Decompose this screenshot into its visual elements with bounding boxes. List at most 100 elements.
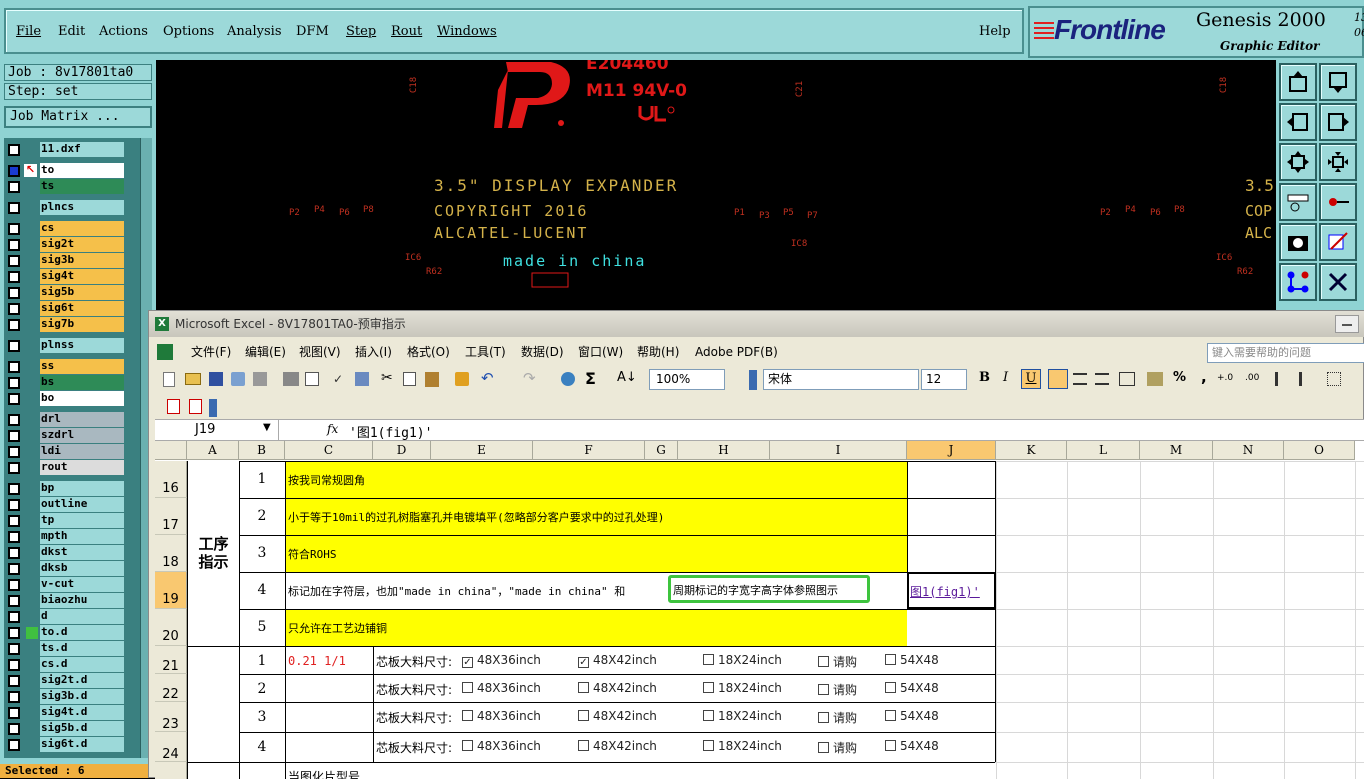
- checkbox-icon[interactable]: [818, 656, 829, 667]
- graphic-canvas[interactable]: E204460 M11 94V-0 C18 C21 C18 3.5" DISPL…: [156, 60, 1276, 313]
- layer-checkbox[interactable]: [8, 595, 20, 607]
- job-matrix-button[interactable]: Job Matrix ...: [4, 106, 152, 128]
- layer-checkbox[interactable]: [8, 393, 20, 405]
- layer-name[interactable]: sig5b.d: [40, 721, 124, 736]
- underline-button[interactable]: U: [1021, 369, 1041, 389]
- layer-name[interactable]: v-cut: [40, 577, 124, 592]
- xmenu-tools[interactable]: 工具(T): [465, 341, 506, 363]
- new-icon[interactable]: [163, 372, 175, 387]
- menu-edit[interactable]: Edit: [58, 24, 85, 39]
- layer-checkbox[interactable]: [8, 691, 20, 703]
- checkbox-icon[interactable]: [885, 710, 896, 721]
- layer-name[interactable]: cs.d: [40, 657, 124, 672]
- layer-checkbox[interactable]: [8, 446, 20, 458]
- layer-checkbox[interactable]: [8, 515, 20, 527]
- fx-icon[interactable]: fx: [327, 422, 338, 436]
- layer-row[interactable]: dkst: [4, 545, 140, 561]
- decrease-decimal-icon[interactable]: .00: [1245, 373, 1259, 383]
- checkbox-icon[interactable]: [578, 740, 589, 751]
- layer-checkbox[interactable]: [8, 255, 20, 267]
- row-header-partial[interactable]: [155, 762, 187, 779]
- align-center-icon[interactable]: [1073, 373, 1087, 385]
- row-header[interactable]: 17: [155, 498, 187, 535]
- xmenu-format[interactable]: 格式(O): [407, 341, 450, 363]
- checkbox-icon[interactable]: [885, 682, 896, 693]
- layer-row[interactable]: sig7b: [4, 317, 140, 333]
- layer-name[interactable]: cs: [40, 221, 124, 236]
- paste-icon[interactable]: [425, 372, 439, 387]
- layer-row[interactable]: sig2t.d: [4, 673, 140, 689]
- layer-checkbox[interactable]: [8, 547, 20, 559]
- xmenu-data[interactable]: 数据(D): [521, 341, 564, 363]
- layer-row[interactable]: plnss: [4, 338, 140, 354]
- autosum-icon[interactable]: Σ: [585, 369, 596, 388]
- material-option[interactable]: 48X36inch: [462, 681, 572, 695]
- layer-checkbox[interactable]: [8, 377, 20, 389]
- column-header[interactable]: M: [1140, 441, 1213, 460]
- align-right-icon[interactable]: [1095, 373, 1109, 385]
- layer-name[interactable]: bp: [40, 481, 124, 496]
- layer-name[interactable]: to.d: [40, 625, 124, 640]
- layer-row[interactable]: rout: [4, 460, 140, 476]
- research-icon[interactable]: [355, 372, 369, 386]
- pdf-toolbar-options-icon[interactable]: [209, 399, 217, 417]
- cut-icon[interactable]: ✂: [381, 370, 393, 386]
- minimize-button[interactable]: [1335, 315, 1359, 333]
- xmenu-adobe-pdf[interactable]: Adobe PDF(B): [695, 341, 778, 363]
- column-header[interactable]: N: [1213, 441, 1284, 460]
- checkbox-icon[interactable]: [703, 710, 714, 721]
- layer-row[interactable]: bs: [4, 375, 140, 391]
- layer-name[interactable]: dkst: [40, 545, 124, 560]
- font-size-select[interactable]: 12: [921, 369, 967, 390]
- italic-button[interactable]: I: [1003, 370, 1008, 385]
- column-header[interactable]: E: [431, 441, 533, 460]
- layer-name[interactable]: ldi: [40, 444, 124, 459]
- layer-row[interactable]: sig4t: [4, 269, 140, 285]
- layer-name[interactable]: bs: [40, 375, 124, 390]
- layer-name[interactable]: plnss: [40, 338, 124, 353]
- layer-row[interactable]: to.d: [4, 625, 140, 641]
- layer-row[interactable]: sig5b: [4, 285, 140, 301]
- layer-checkbox[interactable]: [8, 340, 20, 352]
- tool-zoom-up[interactable]: [1279, 63, 1317, 101]
- menu-options[interactable]: Options: [163, 24, 214, 39]
- name-box[interactable]: J19: [155, 420, 279, 440]
- layer-name[interactable]: plncs: [40, 200, 124, 215]
- menu-step[interactable]: Step: [346, 24, 376, 39]
- layer-row[interactable]: sig4t.d: [4, 705, 140, 721]
- help-search-input[interactable]: 键入需要帮助的问题: [1207, 343, 1364, 363]
- layer-name[interactable]: to: [40, 163, 124, 178]
- column-header[interactable]: B: [239, 441, 285, 460]
- layer-checkbox[interactable]: [8, 499, 20, 511]
- tool-zoom-fit[interactable]: [1279, 143, 1317, 181]
- row-header[interactable]: 21: [155, 646, 187, 674]
- column-header[interactable]: L: [1067, 441, 1140, 460]
- layer-checkbox[interactable]: [8, 483, 20, 495]
- align-left-button[interactable]: [1048, 369, 1068, 389]
- layer-name[interactable]: ts.d: [40, 641, 124, 656]
- layer-row[interactable]: sig6t: [4, 301, 140, 317]
- layer-name[interactable]: sig6t.d: [40, 737, 124, 752]
- layer-row[interactable]: mpth: [4, 529, 140, 545]
- material-option[interactable]: 18X24inch: [703, 653, 813, 667]
- checkbox-icon[interactable]: [578, 682, 589, 693]
- layer-checkbox[interactable]: [8, 271, 20, 283]
- merge-center-icon[interactable]: [1119, 372, 1135, 386]
- layer-row[interactable]: d: [4, 609, 140, 625]
- layer-checkbox[interactable]: [8, 361, 20, 373]
- save-icon[interactable]: [209, 372, 223, 386]
- layer-row[interactable]: sig3b.d: [4, 689, 140, 705]
- xmenu-edit[interactable]: 编辑(E): [245, 341, 286, 363]
- layer-row[interactable]: cs.d: [4, 657, 140, 673]
- checkbox-icon[interactable]: [462, 740, 473, 751]
- layer-checkbox[interactable]: [8, 202, 20, 214]
- sort-ascending-icon[interactable]: A↓: [617, 370, 637, 385]
- format-painter-icon[interactable]: [455, 372, 469, 386]
- material-option[interactable]: 18X24inch: [703, 709, 813, 723]
- layer-row[interactable]: tp: [4, 513, 140, 529]
- layer-checkbox[interactable]: [8, 144, 20, 156]
- layer-row[interactable]: outline: [4, 497, 140, 513]
- formula-input[interactable]: '图1(fig1)': [349, 422, 432, 441]
- layer-row[interactable]: ts.d: [4, 641, 140, 657]
- checkbox-icon[interactable]: [578, 710, 589, 721]
